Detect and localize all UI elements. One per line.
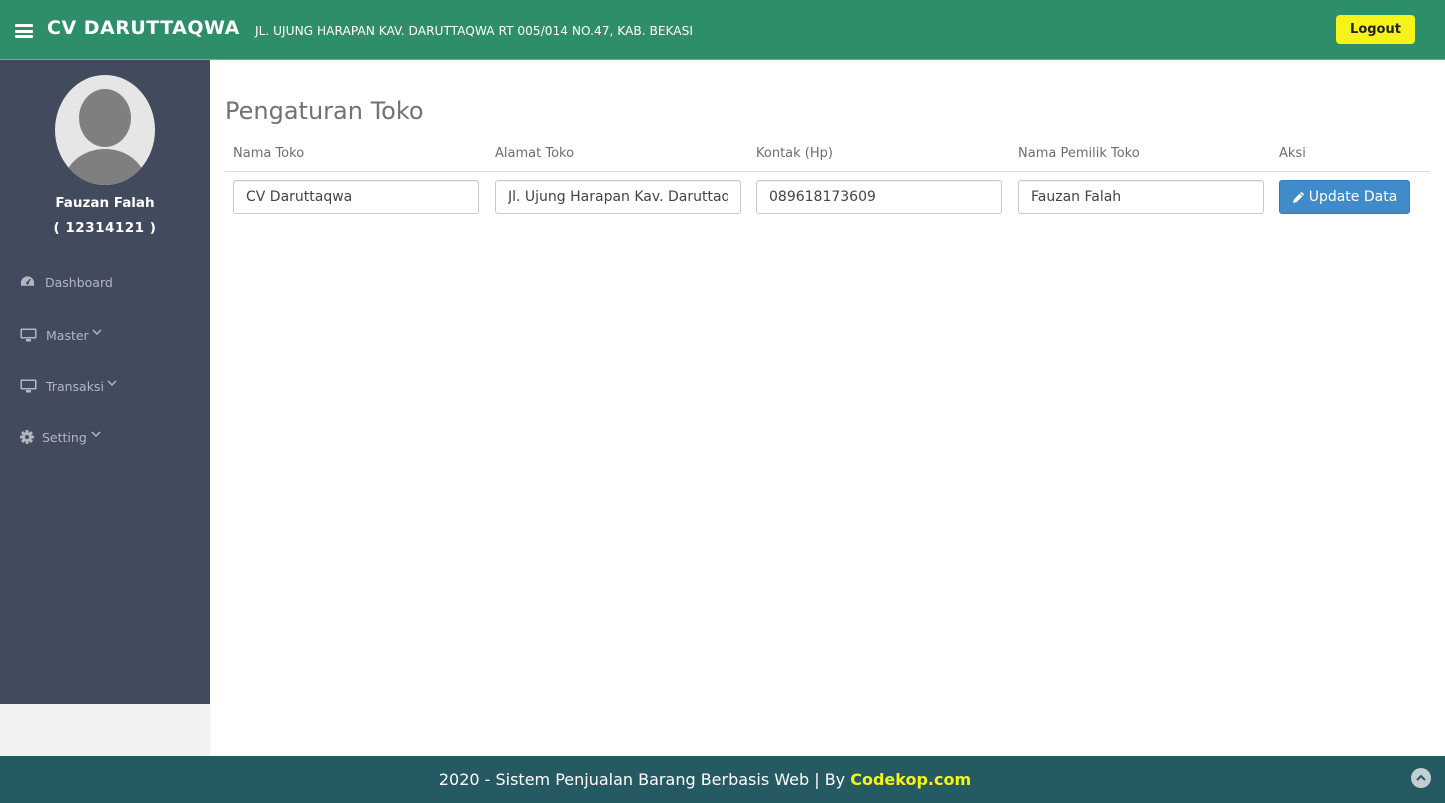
update-data-button[interactable]: Update Data <box>1279 180 1410 214</box>
footer: 2020 - Sistem Penjualan Barang Berbasis … <box>0 756 1445 803</box>
footer-link[interactable]: Codekop.com <box>850 770 971 789</box>
desktop-icon <box>20 328 37 342</box>
avatar <box>55 75 155 185</box>
alamat-toko-input[interactable] <box>495 180 741 214</box>
chevron-down-icon <box>91 431 101 438</box>
sidebar: Fauzan Falah ( 12314121 ) Dashboard Mast… <box>0 60 210 704</box>
sidebar-item-label: Setting <box>42 430 87 445</box>
sidebar-item-label: Dashboard <box>45 275 113 290</box>
kontak-input[interactable] <box>756 180 1002 214</box>
sidebar-item-label: Master <box>46 328 89 343</box>
scroll-to-top-button[interactable] <box>1411 768 1431 788</box>
sidebar-item-master[interactable]: Master <box>0 323 210 349</box>
chevron-up-icon <box>1416 774 1426 781</box>
dashboard-icon <box>20 276 35 286</box>
sidebar-item-label: Transaksi <box>46 379 104 394</box>
chevron-down-icon <box>107 380 117 387</box>
top-navbar: CV DARUTTAQWA JL. UJUNG HARAPAN KAV. DAR… <box>0 0 1445 60</box>
footer-text: 2020 - Sistem Penjualan Barang Berbasis … <box>0 770 1410 789</box>
main-content: Pengaturan Toko Nama Toko Alamat Toko Ko… <box>210 60 1445 756</box>
column-header-aksi: Aksi <box>1279 146 1306 161</box>
page-title: Pengaturan Toko <box>225 97 424 125</box>
footer-copyright: 2020 - Sistem Penjualan Barang Berbasis … <box>438 770 851 789</box>
brand-title: CV DARUTTAQWA <box>47 17 240 39</box>
column-header-kontak: Kontak (Hp) <box>756 146 833 161</box>
sidebar-item-dashboard[interactable]: Dashboard <box>0 270 210 296</box>
column-header-pemilik: Nama Pemilik Toko <box>1018 146 1140 161</box>
desktop-icon <box>20 379 37 393</box>
sidebar-item-setting[interactable]: Setting <box>0 425 210 451</box>
user-id: ( 12314121 ) <box>53 220 157 236</box>
logout-button[interactable]: Logout <box>1336 15 1415 44</box>
chevron-down-icon <box>92 329 102 336</box>
column-header-nama-toko: Nama Toko <box>233 146 305 161</box>
sidebar-item-transaksi[interactable]: Transaksi <box>0 374 210 400</box>
table-header-divider <box>225 171 1430 172</box>
hamburger-icon[interactable] <box>15 24 33 38</box>
nama-toko-input[interactable] <box>233 180 479 214</box>
gear-icon <box>20 430 34 444</box>
update-data-label: Update Data <box>1308 189 1398 205</box>
pencil-icon <box>1292 191 1304 203</box>
store-address: JL. UJUNG HARAPAN KAV. DARUTTAQWA RT 005… <box>255 24 693 38</box>
user-name: Fauzan Falah <box>55 195 155 211</box>
column-header-alamat-toko: Alamat Toko <box>495 146 575 161</box>
nama-pemilik-input[interactable] <box>1018 180 1264 214</box>
